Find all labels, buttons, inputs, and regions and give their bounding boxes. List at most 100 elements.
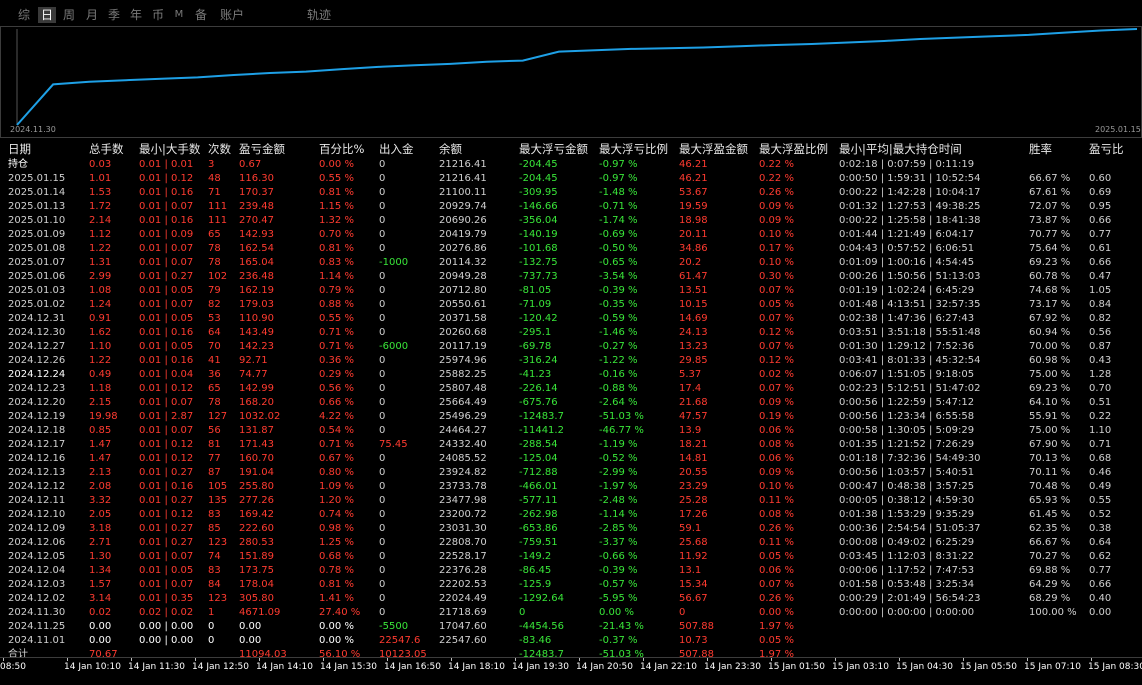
tab-notes[interactable]: 备 [193, 7, 209, 23]
header-hold-time[interactable]: 最小|平均|最大持仓时间 [839, 142, 962, 156]
header-pnl-percent[interactable]: 百分比% [319, 142, 364, 156]
table-row[interactable]: 2024.12.31 0.91 0.01 | 0.05 53 110.90 0.55 % 0… [0, 312, 1142, 326]
cell-profit-loss-ratio: 0.38 [1089, 523, 1112, 534]
table-row[interactable]: 2024.12.27 1.10 0.01 | 0.05 70 142.23 0.71 % -… [0, 340, 1142, 354]
header-balance[interactable]: 余额 [439, 142, 462, 156]
cell-trade-count: 127 [208, 411, 228, 422]
cell-pnl-percent: 0.67 % [319, 453, 354, 464]
cell-min-max-lots: 0.01 | 0.07 [139, 551, 194, 562]
cell-max-floating-loss-pct: -3.37 % [599, 537, 638, 548]
table-row[interactable]: 2025.01.08 1.22 0.01 | 0.07 78 162.54 0.81 % 0… [0, 242, 1142, 256]
cell-balance: 22202.53 [439, 579, 487, 590]
tab-yearly[interactable]: 年 [128, 7, 144, 23]
cell-profit-loss-ratio: 0.70 [1089, 383, 1112, 394]
tab-account[interactable]: 账户 [218, 7, 246, 23]
cell-profit-loss-ratio: 1.10 [1089, 425, 1112, 436]
table-row[interactable]: 2025.01.15 1.01 0.01 | 0.12 48 116.30 0.55 % 0… [0, 172, 1142, 186]
time-tick-label: 14 Jan 19:30 [512, 662, 569, 672]
table-row[interactable]: 2024.12.11 3.32 0.01 | 0.27 135 277.26 1.20 %… [0, 494, 1142, 508]
cell-max-floating-loss-pct: -2.48 % [599, 495, 638, 506]
header-max-floating-loss-pct[interactable]: 最大浮亏比例 [599, 142, 668, 156]
table-row[interactable]: 2025.01.13 1.72 0.01 | 0.07 111 239.48 1.15 %… [0, 200, 1142, 214]
header-max-floating-loss[interactable]: 最大浮亏金额 [519, 142, 588, 156]
tab-quarterly[interactable]: 季 [106, 7, 122, 23]
cell-max-floating-profit: 47.57 [679, 411, 708, 422]
table-row[interactable]: 2025.01.14 1.53 0.01 | 0.16 71 170.37 0.81 % 0… [0, 186, 1142, 200]
table-row[interactable]: 2024.12.16 1.47 0.01 | 0.12 77 160.70 0.67 % 0… [0, 452, 1142, 466]
table-row[interactable]: 2024.12.24 0.49 0.01 | 0.04 36 74.77 0.29 % 0 2… [0, 368, 1142, 382]
table-row[interactable]: 2024.12.19 19.98 0.01 | 2.87 127 1032.02 4.22… [0, 410, 1142, 424]
cell-date: 2025.01.02 [8, 299, 66, 310]
cell-min-max-lots: 0.00 | 0.00 [139, 635, 194, 646]
cell-date: 2024.12.11 [8, 495, 66, 506]
cell-deposit-withdrawal: 75.45 [379, 439, 408, 450]
header-total-lots[interactable]: 总手数 [89, 142, 124, 156]
table-row[interactable]: 2024.12.13 2.13 0.01 | 0.27 87 191.04 0.80 % 0… [0, 466, 1142, 480]
cell-profit-loss-ratio: 0.82 [1089, 313, 1112, 324]
table-row[interactable]: 2024.11.30 0.02 0.02 | 0.02 1 4671.09 27.40 %… [0, 606, 1142, 620]
table-row[interactable]: 2024.12.20 2.15 0.01 | 0.07 78 168.20 0.66 % 0… [0, 396, 1142, 410]
cell-hold-time: 0:01:35 | 1:21:52 | 7:26:29 [839, 439, 975, 450]
table-row[interactable]: 2025.01.09 1.12 0.01 | 0.09 65 142.93 0.70 % 0… [0, 228, 1142, 242]
cell-pnl-percent: 0.29 % [319, 369, 354, 380]
cell-hold-time: 0:00:50 | 1:59:31 | 10:52:54 [839, 173, 981, 184]
header-profit-loss-ratio[interactable]: 盈亏比 [1089, 142, 1124, 156]
table-row[interactable]: 2025.01.07 1.31 0.01 | 0.07 78 165.04 0.83 % -… [0, 256, 1142, 270]
cell-pnl-percent: 0.78 % [319, 565, 354, 576]
tab-track[interactable]: 轨迹 [305, 7, 333, 23]
table-row[interactable]: 2024.12.03 1.57 0.01 | 0.07 84 178.04 0.81 % 0… [0, 578, 1142, 592]
cell-max-floating-profit-pct: 0.09 % [759, 215, 794, 226]
table-row[interactable]: 2024.12.30 1.62 0.01 | 0.16 64 143.49 0.71 % 0… [0, 326, 1142, 340]
header-pnl-amount[interactable]: 盈亏金额 [239, 142, 285, 156]
cell-balance: 24085.52 [439, 453, 487, 464]
header-trade-count[interactable]: 次数 [208, 142, 231, 156]
header-deposit-withdrawal[interactable]: 出入金 [379, 142, 414, 156]
cell-max-floating-loss: -712.88 [519, 467, 558, 478]
cell-date: 2025.01.07 [8, 257, 66, 268]
cell-trade-count: 65 [208, 229, 221, 240]
cell-pnl-percent: 0.80 % [319, 467, 354, 478]
cell-balance: 20929.74 [439, 201, 487, 212]
cell-trade-count: 111 [208, 201, 228, 212]
header-max-floating-profit-pct[interactable]: 最大浮盈比例 [759, 142, 828, 156]
header-win-rate[interactable]: 胜率 [1029, 142, 1052, 156]
tab-symbol[interactable]: 币 [150, 7, 166, 23]
cell-max-floating-profit: 14.69 [679, 313, 708, 324]
table-row[interactable]: 2025.01.10 2.14 0.01 | 0.16 111 270.47 1.32 %… [0, 214, 1142, 228]
table-row[interactable]: 2025.01.02 1.24 0.01 | 0.07 82 179.03 0.88 % 0… [0, 298, 1142, 312]
cell-trade-count: 77 [208, 453, 221, 464]
table-row[interactable]: 2024.12.10 2.05 0.01 | 0.12 83 169.42 0.74 % 0… [0, 508, 1142, 522]
table-row[interactable]: 持仓 0.03 0.01 | 0.01 3 0.67 0.00 % 0 21216.41 -20… [0, 158, 1142, 172]
table-row[interactable]: 2024.11.25 0.00 0.00 | 0.00 0 0.00 0.00 % -550… [0, 620, 1142, 634]
table-row[interactable]: 2024.12.18 0.85 0.01 | 0.07 56 131.87 0.54 % 0… [0, 424, 1142, 438]
table-row[interactable]: 2025.01.03 1.08 0.01 | 0.05 79 162.19 0.79 % 0… [0, 284, 1142, 298]
table-row[interactable]: 2024.12.05 1.30 0.01 | 0.07 74 151.89 0.68 % 0… [0, 550, 1142, 564]
table-row[interactable]: 2024.12.23 1.18 0.01 | 0.12 65 142.99 0.56 % 0… [0, 382, 1142, 396]
time-tick-mark [131, 658, 132, 661]
header-date[interactable]: 日期 [8, 142, 31, 156]
table-row[interactable]: 2024.11.01 0.00 0.00 | 0.00 0 0.00 0.00 % 2254… [0, 634, 1142, 648]
cell-pnl-amount: 236.48 [239, 271, 274, 282]
table-row[interactable]: 2024.12.26 1.22 0.01 | 0.16 41 92.71 0.36 % 0 2… [0, 354, 1142, 368]
cell-max-floating-loss: -120.42 [519, 313, 558, 324]
table-row[interactable]: 2024.12.12 2.08 0.01 | 0.16 105 255.80 1.09 %… [0, 480, 1142, 494]
cell-max-floating-profit: 59.1 [679, 523, 702, 534]
table-row[interactable]: 2024.12.02 3.14 0.01 | 0.35 123 305.80 1.41 %… [0, 592, 1142, 606]
table-row[interactable]: 2024.12.17 1.47 0.01 | 0.12 81 171.43 0.71 % 7… [0, 438, 1142, 452]
tab-monthly[interactable]: 月 [84, 7, 100, 23]
cell-pnl-amount: 74.77 [239, 369, 268, 380]
cell-pnl-amount: 169.42 [239, 509, 274, 520]
cell-max-floating-loss: 0 [519, 607, 526, 618]
cell-balance: 17047.60 [439, 621, 487, 632]
table-row[interactable]: 2024.12.04 1.34 0.01 | 0.05 83 173.75 0.78 % 0… [0, 564, 1142, 578]
header-max-floating-profit[interactable]: 最大浮盈金额 [679, 142, 748, 156]
table-row[interactable]: 2025.01.06 2.99 0.01 | 0.27 102 236.48 1.14 %… [0, 270, 1142, 284]
tab-weekly[interactable]: 周 [61, 7, 77, 23]
tab-magic[interactable]: M [172, 7, 186, 23]
cell-total-lots: 0.49 [89, 369, 112, 380]
table-row[interactable]: 2024.12.06 2.71 0.01 | 0.27 123 280.53 1.25 %… [0, 536, 1142, 550]
table-row[interactable]: 2024.12.09 3.18 0.01 | 0.27 85 222.60 0.98 % 0… [0, 522, 1142, 536]
header-min-max-lots[interactable]: 最小|大手数 [139, 142, 200, 156]
tab-daily[interactable]: 日 [38, 7, 56, 23]
tab-overview[interactable]: 综 [16, 7, 32, 23]
